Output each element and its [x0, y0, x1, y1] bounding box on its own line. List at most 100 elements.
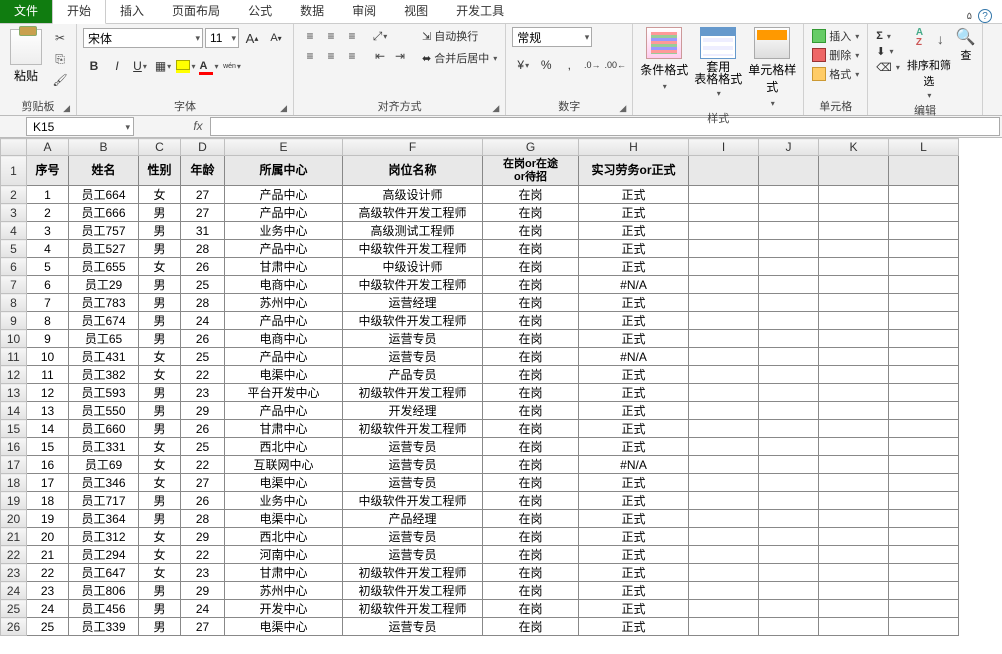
cell[interactable]: 在岗: [483, 276, 579, 294]
cell[interactable]: 员工431: [69, 348, 139, 366]
formula-input[interactable]: [210, 117, 1000, 136]
cell[interactable]: 在岗: [483, 564, 579, 582]
column-header[interactable]: J: [759, 139, 819, 156]
cell[interactable]: 11: [27, 366, 69, 384]
cell[interactable]: [689, 402, 759, 420]
row-header[interactable]: 9: [1, 312, 27, 330]
cell[interactable]: 运营经理: [343, 294, 483, 312]
currency-button[interactable]: ¥▾: [512, 54, 534, 76]
column-header[interactable]: B: [69, 139, 139, 156]
font-size-combo[interactable]: 11▾: [205, 28, 239, 48]
format-cells-button[interactable]: 格式▾: [810, 65, 861, 83]
cell[interactable]: 中级软件开发工程师: [343, 492, 483, 510]
column-header[interactable]: L: [889, 139, 959, 156]
insert-cells-button[interactable]: 插入▾: [810, 27, 861, 45]
cell[interactable]: 正式: [579, 222, 689, 240]
cell[interactable]: 男: [139, 492, 181, 510]
fill-button[interactable]: ⬇▾: [874, 44, 902, 59]
wrap-text-button[interactable]: ⇲自动换行: [420, 27, 499, 45]
cell[interactable]: 运营专员: [343, 546, 483, 564]
cell[interactable]: 5: [27, 258, 69, 276]
underline-button[interactable]: U▾: [129, 55, 151, 77]
dialog-launcher-icon[interactable]: ◢: [619, 103, 626, 114]
cell[interactable]: 男: [139, 204, 181, 222]
cell[interactable]: [689, 528, 759, 546]
cell[interactable]: 中级软件开发工程师: [343, 312, 483, 330]
cell[interactable]: [689, 420, 759, 438]
cell[interactable]: 正式: [579, 240, 689, 258]
cell[interactable]: 西北中心: [225, 438, 343, 456]
cell[interactable]: 17: [27, 474, 69, 492]
cell[interactable]: 员工660: [69, 420, 139, 438]
row-header[interactable]: 23: [1, 564, 27, 582]
cell[interactable]: 高级测试工程师: [343, 222, 483, 240]
cell[interactable]: 27: [181, 618, 225, 636]
cell[interactable]: 女: [139, 438, 181, 456]
decrease-decimal-button[interactable]: .00←: [604, 54, 626, 76]
cell[interactable]: 业务中心: [225, 222, 343, 240]
cell[interactable]: 员工664: [69, 186, 139, 204]
cell[interactable]: 14: [27, 420, 69, 438]
cell[interactable]: 产品经理: [343, 510, 483, 528]
cell[interactable]: 男: [139, 222, 181, 240]
cell[interactable]: [689, 348, 759, 366]
column-header[interactable]: F: [343, 139, 483, 156]
align-left-button[interactable]: ≡: [300, 47, 320, 65]
cell[interactable]: 运营专员: [343, 618, 483, 636]
row-header[interactable]: 3: [1, 204, 27, 222]
cell[interactable]: 正式: [579, 384, 689, 402]
cell[interactable]: 在岗: [483, 204, 579, 222]
cell[interactable]: 运营专员: [343, 474, 483, 492]
row-header[interactable]: 2: [1, 186, 27, 204]
cell[interactable]: 运营专员: [343, 330, 483, 348]
cell[interactable]: 西北中心: [225, 528, 343, 546]
cell[interactable]: 22: [181, 546, 225, 564]
row-header[interactable]: 7: [1, 276, 27, 294]
cell[interactable]: 高级软件开发工程师: [343, 204, 483, 222]
cell[interactable]: 员工364: [69, 510, 139, 528]
cell[interactable]: 产品中心: [225, 312, 343, 330]
cell[interactable]: 甘肃中心: [225, 258, 343, 276]
tab-file[interactable]: 文件: [0, 0, 52, 23]
cell[interactable]: 24: [181, 312, 225, 330]
cell[interactable]: 8: [27, 312, 69, 330]
cell[interactable]: 19: [27, 510, 69, 528]
align-right-button[interactable]: ≡: [342, 47, 362, 65]
cell[interactable]: 2: [27, 204, 69, 222]
cell[interactable]: 员工456: [69, 600, 139, 618]
cell[interactable]: 26: [181, 420, 225, 438]
cell[interactable]: 电商中心: [225, 276, 343, 294]
cell[interactable]: 初级软件开发工程师: [343, 384, 483, 402]
cell[interactable]: 正式: [579, 510, 689, 528]
cell[interactable]: 初级软件开发工程师: [343, 600, 483, 618]
cell[interactable]: 29: [181, 528, 225, 546]
cell[interactable]: 高级设计师: [343, 186, 483, 204]
phonetic-button[interactable]: wén▾: [221, 55, 243, 77]
row-header[interactable]: 14: [1, 402, 27, 420]
row-header[interactable]: 19: [1, 492, 27, 510]
column-header[interactable]: H: [579, 139, 689, 156]
cell[interactable]: 员工806: [69, 582, 139, 600]
cell[interactable]: 26: [181, 258, 225, 276]
cell[interactable]: 正式: [579, 474, 689, 492]
cell[interactable]: 18: [27, 492, 69, 510]
cell[interactable]: 20: [27, 528, 69, 546]
tab-insert[interactable]: 插入: [106, 0, 158, 23]
cell[interactable]: 正式: [579, 600, 689, 618]
cell[interactable]: 女: [139, 258, 181, 276]
cell[interactable]: 运营专员: [343, 528, 483, 546]
fx-icon[interactable]: fx: [186, 116, 210, 137]
cell[interactable]: 产品中心: [225, 186, 343, 204]
cell[interactable]: [689, 186, 759, 204]
cell[interactable]: 正式: [579, 420, 689, 438]
cell[interactable]: 3: [27, 222, 69, 240]
cell-styles-button[interactable]: 单元格样式▾: [747, 27, 797, 109]
cell[interactable]: 28: [181, 294, 225, 312]
cell[interactable]: 正式: [579, 330, 689, 348]
cell[interactable]: 女: [139, 186, 181, 204]
cell[interactable]: 27: [181, 474, 225, 492]
cell[interactable]: [689, 330, 759, 348]
paste-button[interactable]: 粘贴: [6, 27, 46, 84]
cell[interactable]: 正式: [579, 204, 689, 222]
cell[interactable]: 在岗: [483, 546, 579, 564]
